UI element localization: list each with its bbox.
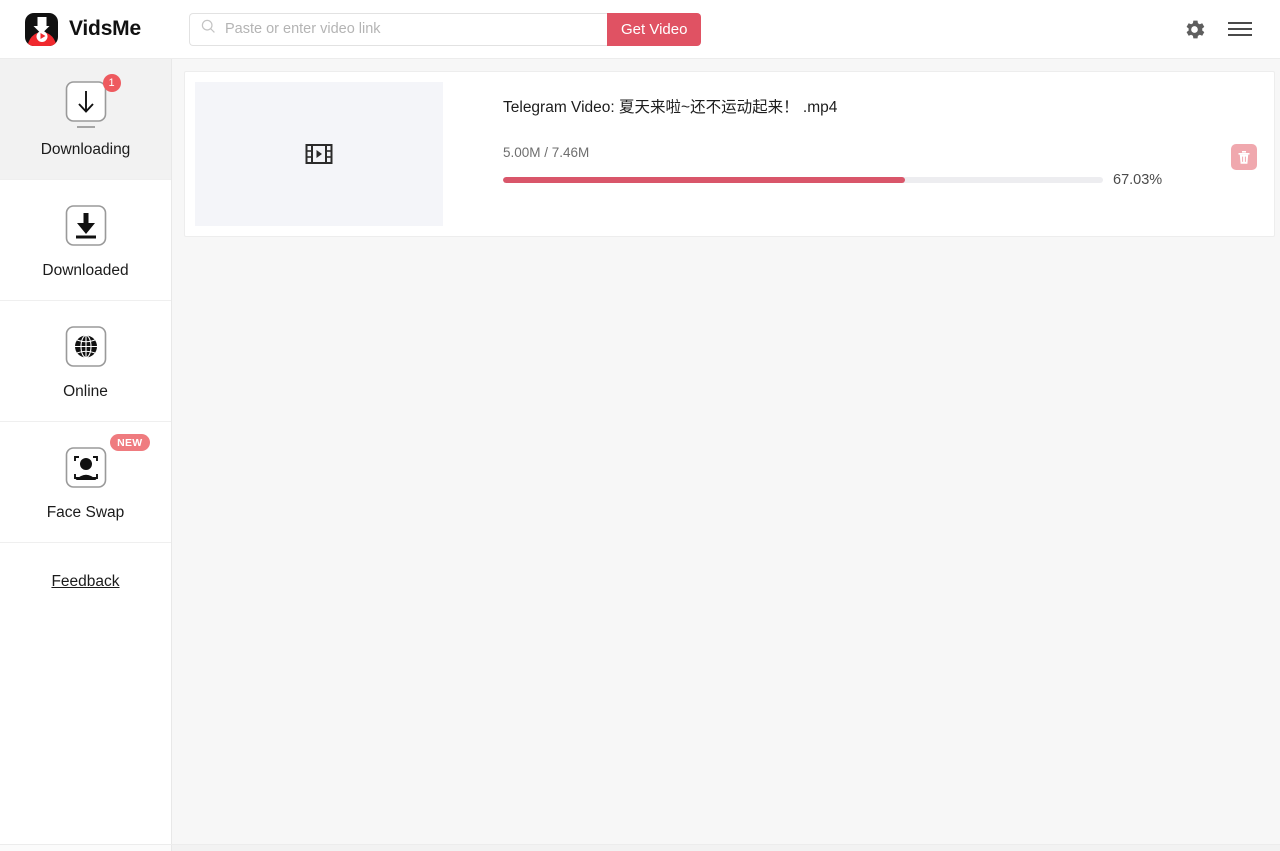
face-swap-icon [65,447,106,488]
top-bar-actions [1180,15,1280,44]
download-title: Telegram Video: 夏天来啦~还不运动起来！ .mp4 [503,99,838,116]
downloaded-arrow-icon [65,205,106,246]
progress-bar-fill [503,177,906,183]
video-thumbnail [195,82,443,226]
face-swap-new-badge: NEW [110,434,150,451]
brand-area: VidsMe [0,0,172,58]
sidebar-item-downloaded[interactable]: Downloaded [0,180,171,301]
download-item-row[interactable]: Telegram Video: 夏天来啦~还不运动起来！ .mp4 5.00M … [184,71,1275,237]
download-size: 5.00M / 7.46M [503,145,590,160]
get-video-button[interactable]: Get Video [607,12,702,46]
progress-bar [503,177,1103,183]
sidebar-item-downloading[interactable]: 1 Downloading [0,59,171,180]
search-input[interactable] [225,21,607,37]
search-box[interactable] [189,12,607,46]
progress-row: 67.03% [503,172,1264,188]
hamburger-menu-icon[interactable] [1224,15,1256,43]
app-window: VidsMe Get Video [0,0,1280,851]
feedback-link[interactable]: Feedback [51,573,119,591]
progress-percent-label: 67.03% [1113,172,1163,188]
search-bar: Get Video [189,12,702,46]
trash-icon [1238,150,1250,164]
download-info: Telegram Video: 夏天来啦~还不运动起来！ .mp4 5.00M … [443,82,1264,188]
sidebar-item-label: Face Swap [46,504,125,521]
globe-icon [65,326,106,367]
delete-download-button[interactable] [1231,144,1257,170]
feedback-area: Feedback [0,543,171,693]
brand-name: VidsMe [69,17,141,40]
sidebar-item-label: Downloaded [42,262,129,279]
main-content: Telegram Video: 夏天来啦~还不运动起来！ .mp4 5.00M … [172,59,1280,851]
sidebar-item-online[interactable]: Online [0,301,171,422]
bottom-strip [0,844,1280,851]
gear-icon[interactable] [1180,15,1209,44]
sidebar-item-label: Online [63,383,108,400]
downloading-count-badge: 1 [102,74,121,92]
top-bar: VidsMe Get Video [0,0,1280,59]
sidebar-item-face-swap[interactable]: NEW Face Swap [0,422,171,543]
sidebar-item-label: Downloading [40,141,131,158]
search-icon [201,19,216,39]
sidebar: 1 Downloading Downloaded Online NEW Face… [0,59,172,851]
body-row: 1 Downloading Downloaded Online NEW Face… [0,59,1280,851]
vidsme-logo-icon [25,12,58,46]
film-play-icon [305,144,333,164]
